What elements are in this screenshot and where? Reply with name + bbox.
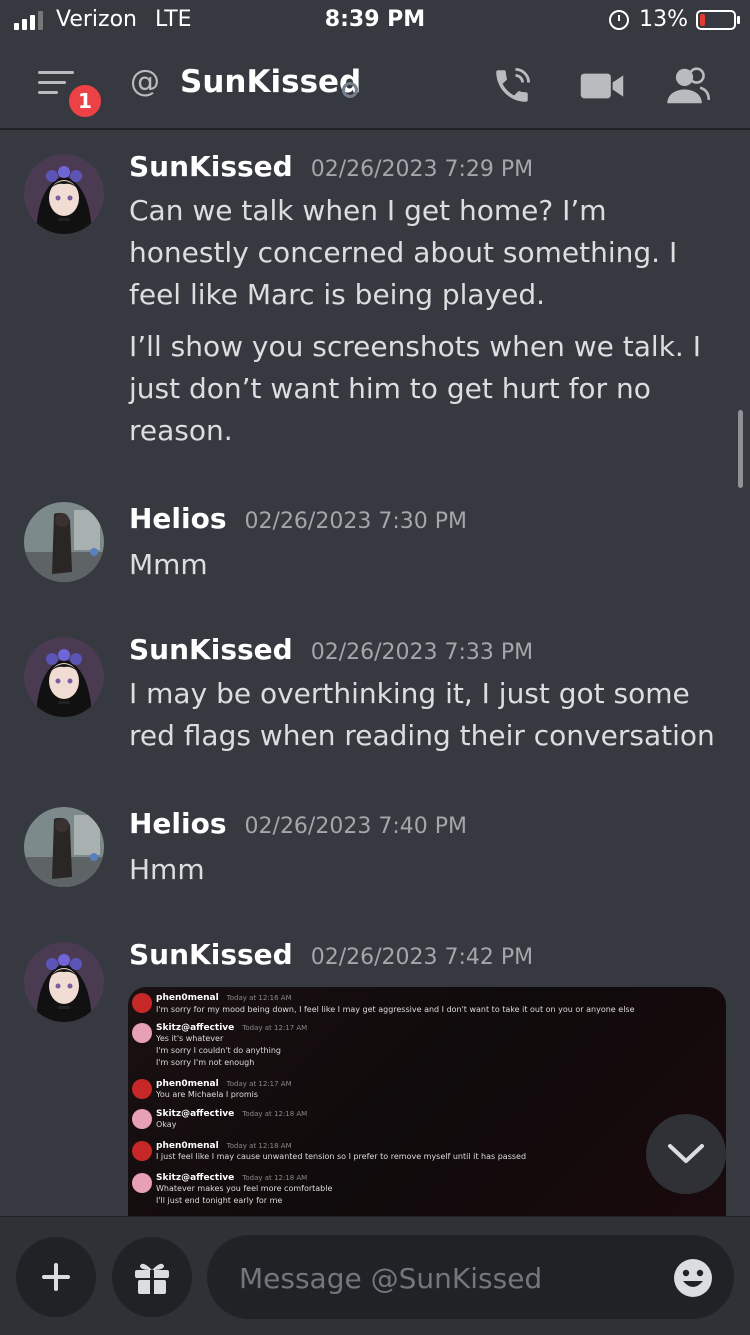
emoji-icon[interactable] <box>672 1257 714 1299</box>
avatar <box>132 1023 152 1043</box>
members-button[interactable] <box>664 62 712 110</box>
avatar[interactable] <box>24 942 104 1022</box>
message-composer <box>0 1216 750 1335</box>
attachment-author: phen0menal Today at 12:18 AM <box>156 1141 292 1151</box>
attachment-line: Okay <box>156 1120 177 1129</box>
avatar <box>132 1109 152 1129</box>
avatar[interactable] <box>24 154 104 234</box>
avatar <box>132 1173 152 1193</box>
author-name[interactable]: Helios <box>129 807 227 840</box>
message-text: I may be overthinking it, I just got som… <box>129 677 715 752</box>
avatar <box>132 1141 152 1161</box>
video-icon <box>580 73 624 99</box>
scrollbar[interactable] <box>738 410 743 488</box>
message-text: Hmm <box>129 853 205 886</box>
chevron-down-icon <box>668 1144 704 1163</box>
author-name[interactable]: Helios <box>129 502 227 535</box>
attachment-line: I'll just end tonight early for me <box>156 1196 283 1205</box>
attachment-author: phen0menal Today at 12:17 AM <box>156 1079 292 1089</box>
gift-button[interactable] <box>112 1237 192 1317</box>
message-text: Mmm <box>129 548 208 581</box>
plus-icon <box>42 1263 70 1291</box>
attachment-author: Skitz@affective Today at 12:18 AM <box>156 1109 308 1119</box>
attachment-author: Skitz@affective Today at 12:17 AM <box>156 1023 308 1033</box>
attachment-line: Yes it's whatever <box>156 1034 224 1043</box>
notification-badge: 1 <box>66 82 104 120</box>
message-timestamp: 02/26/2023 7:42 PM <box>310 945 534 970</box>
message-timestamp: 02/26/2023 7:40 PM <box>244 814 467 839</box>
gift-icon <box>135 1263 169 1294</box>
message-timestamp: 02/26/2023 7:29 PM <box>310 157 534 182</box>
author-name[interactable]: SunKissed <box>129 633 293 666</box>
dm-title[interactable]: SunKissed <box>180 64 361 100</box>
members-icon <box>667 67 711 104</box>
battery-percent: 13% <box>639 7 688 32</box>
attachment-author: phen0menal Today at 12:16 AM <box>156 993 292 1003</box>
avatar[interactable] <box>24 637 104 717</box>
attachment-author: Skitz@affective Today at 12:18 AM <box>156 1173 308 1183</box>
status-bar: Verizon LTE 8:39 PM 13% <box>0 0 750 40</box>
author-name[interactable]: SunKissed <box>129 938 293 971</box>
attachment-line: You are Michaela I promis <box>156 1090 259 1099</box>
message-timestamp: 02/26/2023 7:30 PM <box>244 509 467 534</box>
author-name[interactable]: SunKissed <box>129 150 293 183</box>
channel-header: 1 @ SunKissed <box>0 40 750 130</box>
attachment-line: Whatever makes you feel more comfortable <box>156 1184 333 1193</box>
avatar[interactable] <box>24 502 104 582</box>
avatar <box>132 993 152 1013</box>
phone-icon <box>496 67 531 102</box>
offline-status-icon <box>342 82 358 98</box>
message-input-container <box>207 1235 734 1321</box>
message-input[interactable] <box>237 1235 661 1321</box>
battery-icon <box>696 9 740 30</box>
add-attachment-button[interactable] <box>16 1237 96 1317</box>
at-icon: @ <box>130 64 160 99</box>
attachment-line: I'm sorry for my mood being down, I feel… <box>156 1005 635 1014</box>
video-call-button[interactable] <box>578 62 626 110</box>
message-text: Can we talk when I get home? I’m honestl… <box>129 194 678 311</box>
jump-to-present-button[interactable] <box>646 1114 726 1194</box>
attachment-line: I just feel like I may cause unwanted te… <box>156 1152 527 1161</box>
message-text: I’ll show you screenshots when we talk. … <box>129 330 701 447</box>
avatar[interactable] <box>24 807 104 887</box>
attachment-line: I'm sorry I couldn't do anything <box>156 1046 281 1055</box>
avatar <box>132 1079 152 1099</box>
voice-call-button[interactable] <box>488 62 536 110</box>
alarm-icon <box>609 9 630 30</box>
image-attachment[interactable]: phen0menal Today at 12:16 AM I'm sorry fo… <box>128 987 726 1227</box>
message-timestamp: 02/26/2023 7:33 PM <box>310 640 534 665</box>
attachment-line: I'm sorry I'm not enough <box>156 1058 255 1067</box>
